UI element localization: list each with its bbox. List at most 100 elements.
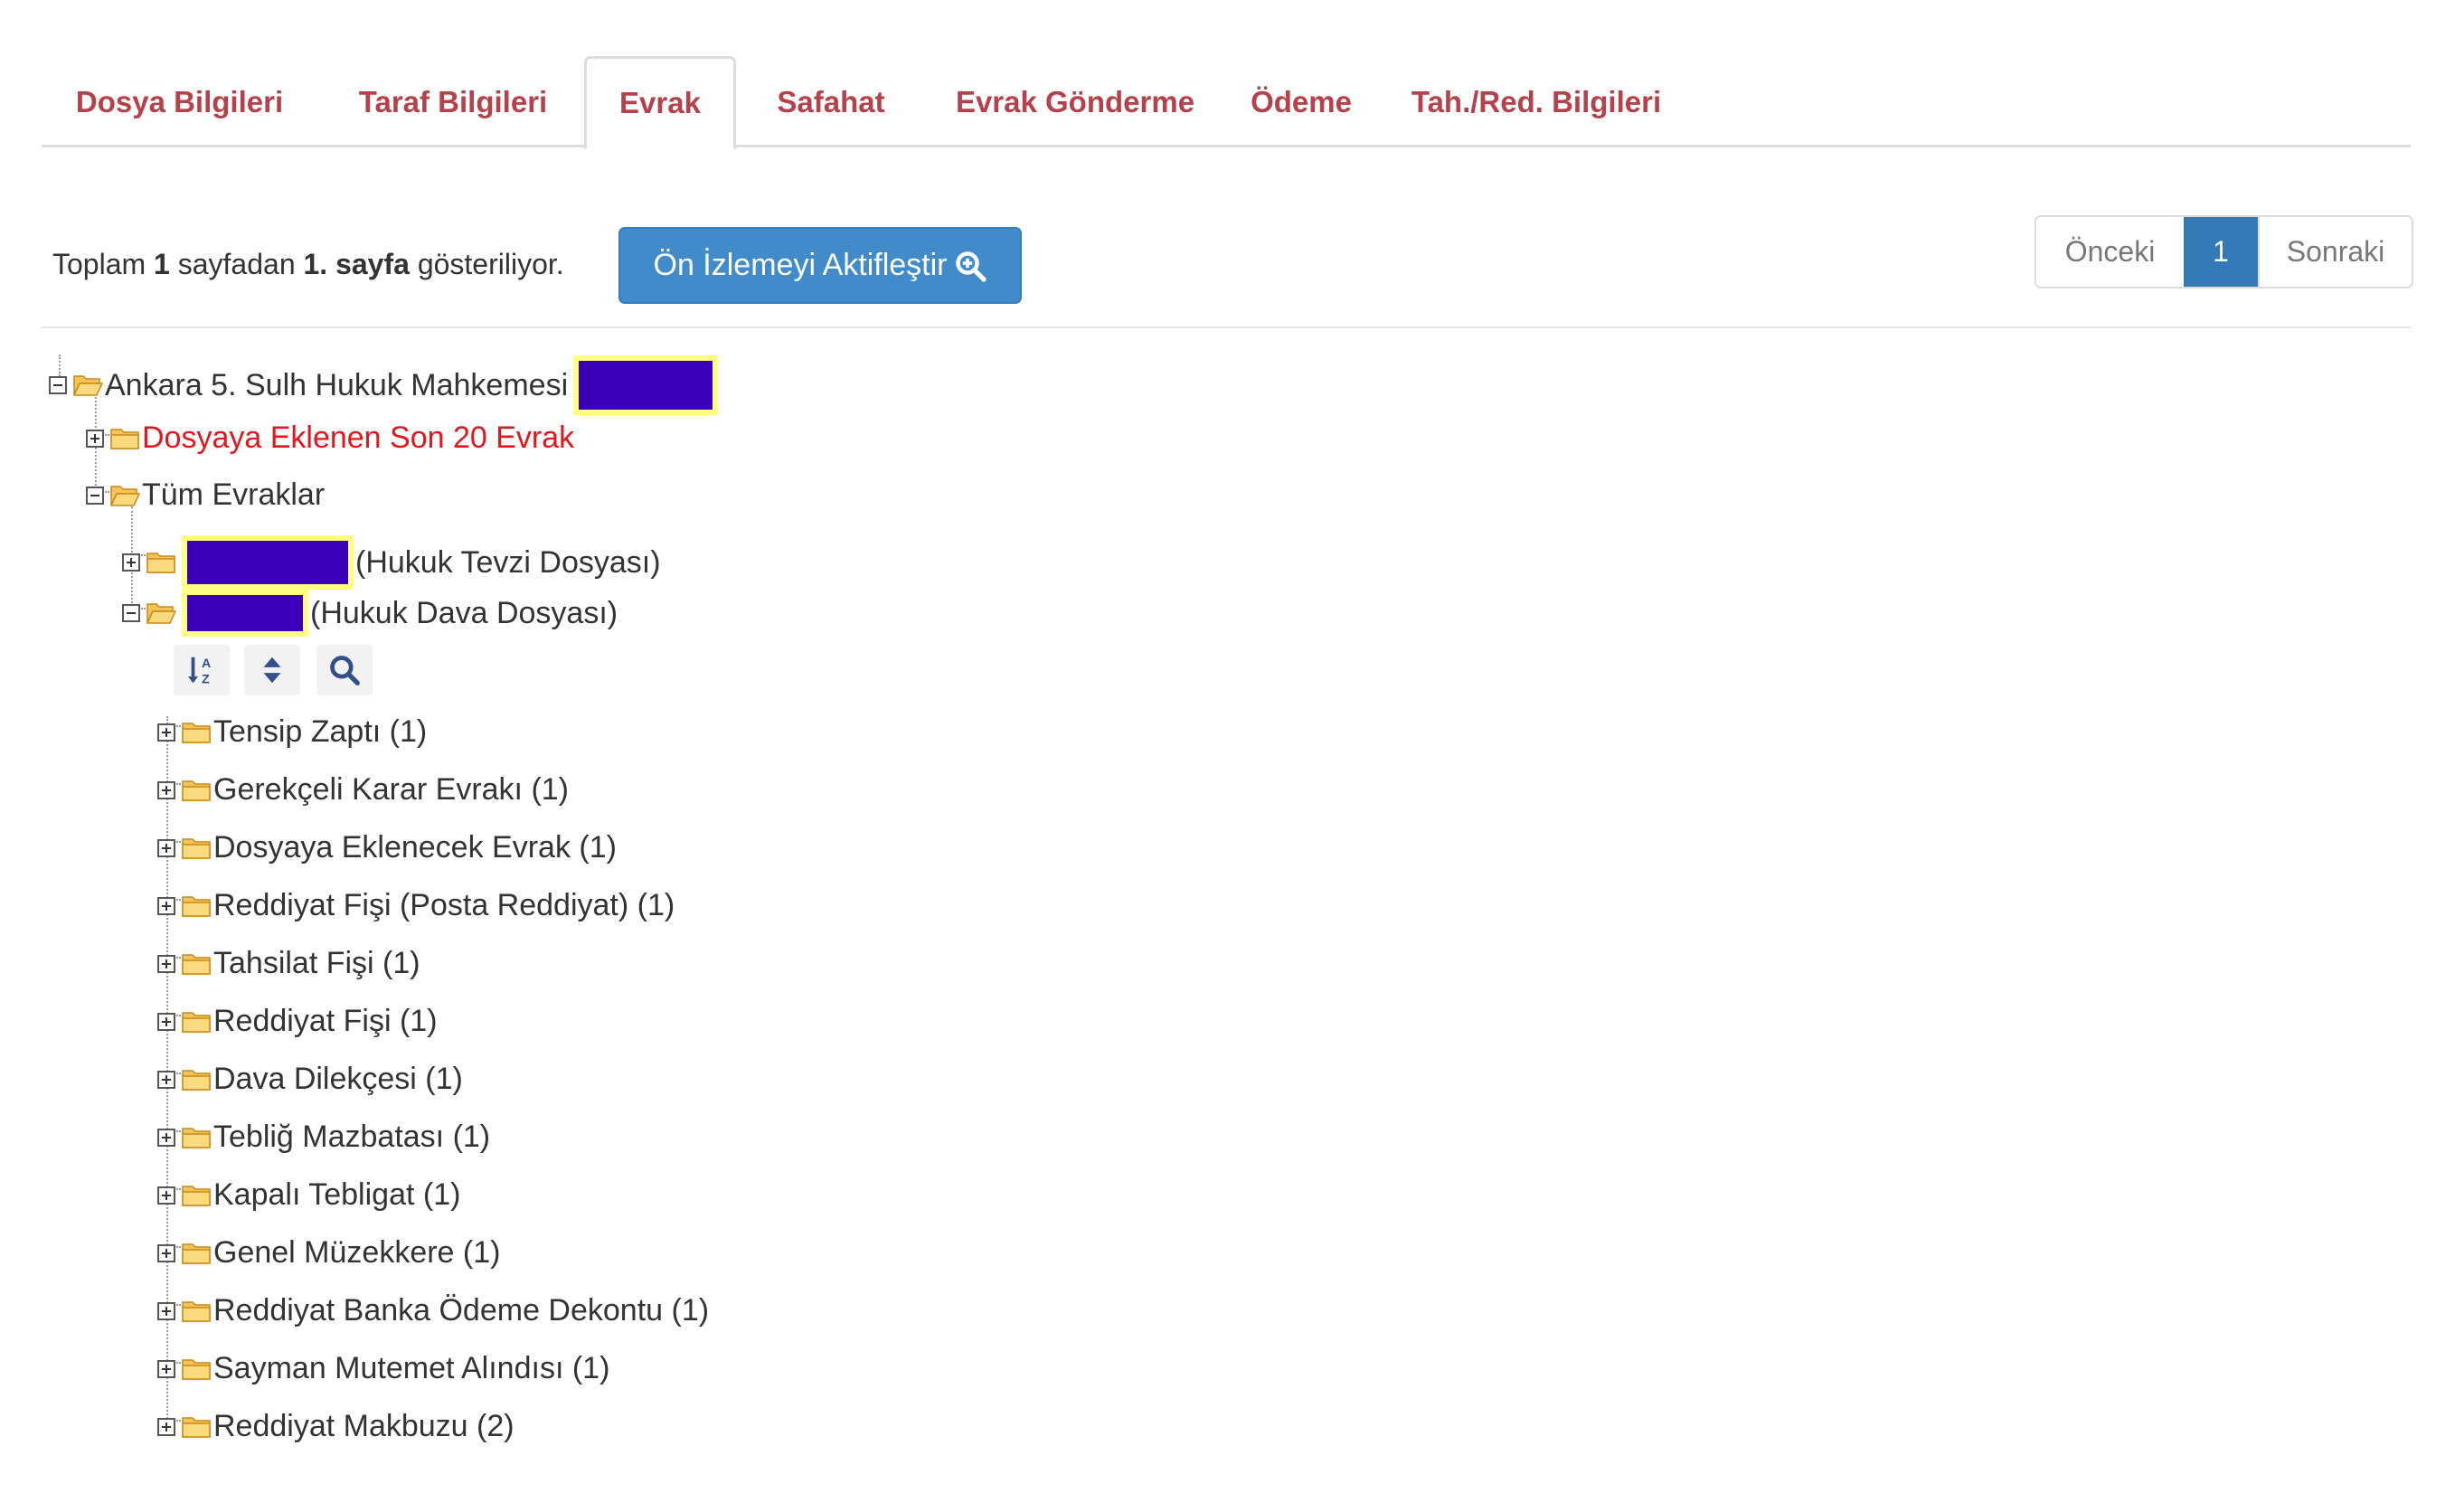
expand-icon[interactable] xyxy=(157,1359,175,1378)
all-documents-label[interactable]: Tüm Evraklar xyxy=(142,477,325,513)
zoom-in-icon xyxy=(956,250,987,282)
tree-node-document[interactable]: Genel Müzekkere (1) xyxy=(157,1235,500,1271)
tree-node-document[interactable]: Reddiyat Fişi (Posta Reddiyat) (1) xyxy=(157,888,675,923)
folder-icon xyxy=(182,895,211,917)
folder-icon xyxy=(182,1300,211,1322)
tree-node-document[interactable]: Tebliğ Mazbatası (1) xyxy=(157,1120,490,1155)
tree-node-document[interactable]: Gerekçeli Karar Evrakı (1) xyxy=(157,772,569,808)
expand-icon[interactable] xyxy=(157,723,175,742)
redacted-block xyxy=(182,535,354,590)
svg-text:A: A xyxy=(202,657,211,671)
folder-icon xyxy=(182,780,211,801)
expand-icon[interactable] xyxy=(157,1301,175,1320)
summary-total: 1 xyxy=(154,248,170,280)
folder-icon xyxy=(182,953,211,975)
expand-icon[interactable] xyxy=(157,1070,175,1089)
document-folder-label[interactable]: Genel Müzekkere (1) xyxy=(213,1235,500,1271)
tab-evrak[interactable]: Evrak xyxy=(584,56,736,150)
document-folder-label[interactable]: Reddiyat Makbuzu (2) xyxy=(213,1409,515,1444)
sort-alpha-icon: A Z xyxy=(187,657,211,686)
expand-icon[interactable] xyxy=(157,1186,175,1205)
document-folder-label[interactable]: Tensip Zaptı (1) xyxy=(213,714,427,750)
expand-icon[interactable] xyxy=(157,1012,175,1031)
tree-node-document[interactable]: Reddiyat Fişi (1) xyxy=(157,1004,438,1039)
tab-odeme[interactable]: Ödeme xyxy=(1224,56,1378,147)
tab-evrak-gonderme[interactable]: Evrak Gönderme xyxy=(926,56,1224,147)
tab-bar: Dosya Bilgileri Taraf Bilgileri Evrak Sa… xyxy=(42,56,2411,150)
divider xyxy=(42,326,2411,328)
recent-documents-label[interactable]: Dosyaya Eklenen Son 20 Evrak xyxy=(142,421,574,456)
document-folder-label[interactable]: Tahsilat Fişi (1) xyxy=(213,946,420,981)
folder-icon xyxy=(182,1185,211,1206)
document-folder-label[interactable]: Dosyaya Eklenecek Evrak (1) xyxy=(213,830,617,865)
summary-current: 1. sayfa xyxy=(303,248,410,280)
folder-icon xyxy=(182,1069,211,1091)
folder-icon xyxy=(182,1011,211,1033)
folder-icon xyxy=(146,553,175,573)
expand-icon[interactable] xyxy=(86,429,104,448)
tree-node-root[interactable]: Ankara 5. Sulh Hukuk Mahkemesi xyxy=(49,355,719,415)
expand-icon[interactable] xyxy=(157,896,175,915)
summary-middle: sayfadan xyxy=(169,248,304,280)
sort-icon xyxy=(263,657,281,684)
pagination-previous[interactable]: Önceki xyxy=(2036,217,2184,287)
folder-open-icon xyxy=(72,375,103,396)
expand-icon[interactable] xyxy=(157,838,175,857)
expand-icon[interactable] xyxy=(157,780,175,799)
tree-node-all[interactable]: Tüm Evraklar xyxy=(86,477,325,513)
document-folder-label[interactable]: Dava Dilekçesi (1) xyxy=(213,1062,463,1097)
tree-node-document[interactable]: Tahsilat Fişi (1) xyxy=(157,946,420,981)
pagination: Önceki 1 Sonraki xyxy=(2034,215,2413,288)
tree-node-document[interactable]: Tensip Zaptı (1) xyxy=(157,714,427,750)
document-folder-label[interactable]: Sayman Mutemet Alındısı (1) xyxy=(213,1351,609,1386)
tree-node-document[interactable]: Dosyaya Eklenecek Evrak (1) xyxy=(157,830,617,865)
collapse-icon[interactable] xyxy=(49,376,67,394)
tree-node-dava[interactable]: (Hukuk Dava Dosyası) xyxy=(122,590,618,637)
folder-icon xyxy=(182,1243,211,1264)
expand-icon[interactable] xyxy=(122,553,140,572)
pagination-next[interactable]: Sonraki xyxy=(2258,217,2412,287)
expand-icon[interactable] xyxy=(157,954,175,973)
tree-node-recent[interactable]: Dosyaya Eklenen Son 20 Evrak xyxy=(86,421,574,456)
folder-icon xyxy=(182,1416,211,1438)
tree-node-tevzi[interactable]: (Hukuk Tevzi Dosyası) xyxy=(122,535,661,590)
document-folder-label[interactable]: Reddiyat Banka Ödeme Dekontu (1) xyxy=(213,1293,709,1328)
search-button[interactable] xyxy=(316,645,373,695)
tree-node-document[interactable]: Kapalı Tebligat (1) xyxy=(157,1177,460,1213)
expand-icon[interactable] xyxy=(157,1417,175,1436)
document-folder-label[interactable]: Gerekçeli Karar Evrakı (1) xyxy=(213,772,569,808)
redacted-block xyxy=(182,590,308,637)
tab-safahat[interactable]: Safahat xyxy=(736,56,926,147)
root-label[interactable]: Ankara 5. Sulh Hukuk Mahkemesi xyxy=(105,368,568,403)
pagination-current-page[interactable]: 1 xyxy=(2184,217,2258,287)
document-folder-label[interactable]: Kapalı Tebligat (1) xyxy=(213,1177,460,1213)
expand-icon[interactable] xyxy=(157,1243,175,1262)
tree-node-document[interactable]: Dava Dilekçesi (1) xyxy=(157,1062,463,1097)
tevzi-label[interactable]: (Hukuk Tevzi Dosyası) xyxy=(355,545,661,581)
document-folder-label[interactable]: Reddiyat Fişi (1) xyxy=(213,1004,438,1039)
tab-dosya-bilgileri[interactable]: Dosya Bilgileri xyxy=(42,56,317,147)
document-folder-label[interactable]: Reddiyat Fişi (Posta Reddiyat) (1) xyxy=(213,888,675,923)
summary-prefix: Toplam xyxy=(52,248,155,280)
summary-suffix: gösteriliyor. xyxy=(409,248,564,280)
sort-alpha-button[interactable]: A Z xyxy=(174,645,230,695)
folder-icon xyxy=(182,837,211,859)
page-summary: Toplam 1 sayfadan 1. sayfa gösteriliyor. xyxy=(52,248,564,281)
collapse-icon[interactable] xyxy=(122,604,140,622)
tree-node-document[interactable]: Sayman Mutemet Alındısı (1) xyxy=(157,1351,609,1386)
preview-activate-button[interactable]: Ön İzlemeyi Aktifleştir xyxy=(618,227,1022,304)
folder-open-icon xyxy=(109,485,140,506)
collapse-icon[interactable] xyxy=(86,486,104,505)
expand-icon[interactable] xyxy=(157,1128,175,1147)
folder-icon xyxy=(110,428,139,449)
search-icon xyxy=(330,656,360,685)
svg-text:Z: Z xyxy=(202,672,210,686)
sort-button[interactable] xyxy=(244,645,300,695)
tab-tah-red-bilgileri[interactable]: Tah./Red. Bilgileri xyxy=(1378,56,1695,147)
dava-label[interactable]: (Hukuk Dava Dosyası) xyxy=(310,596,618,631)
tree-node-document[interactable]: Reddiyat Makbuzu (2) xyxy=(157,1409,515,1444)
tree-node-document[interactable]: Reddiyat Banka Ödeme Dekontu (1) xyxy=(157,1293,709,1328)
tab-taraf-bilgileri[interactable]: Taraf Bilgileri xyxy=(317,56,589,147)
preview-button-label: Ön İzlemeyi Aktifleştir xyxy=(653,248,948,282)
document-folder-label[interactable]: Tebliğ Mazbatası (1) xyxy=(213,1120,490,1155)
